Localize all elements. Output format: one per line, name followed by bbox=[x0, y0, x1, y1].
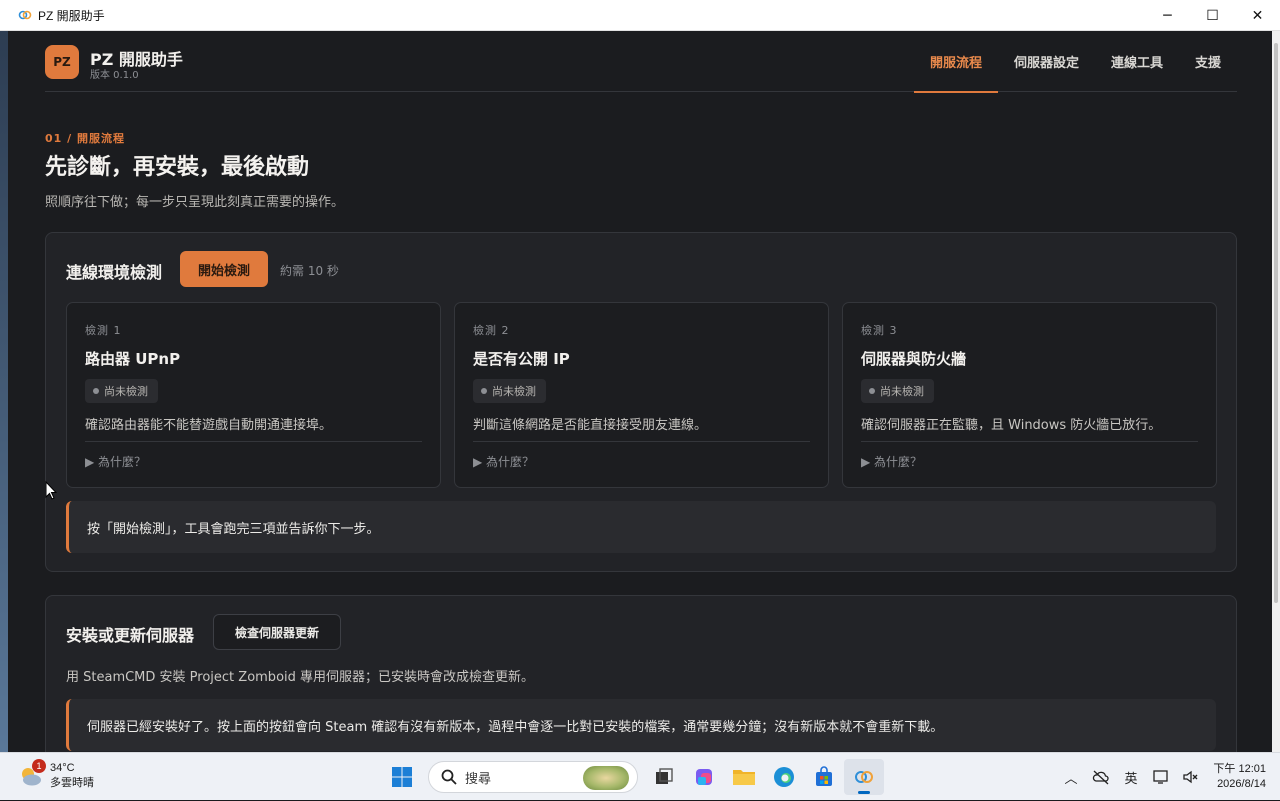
volume-tray-button[interactable] bbox=[1176, 753, 1206, 801]
check-step: 檢測 1 bbox=[85, 324, 122, 337]
scrollbar-thumb[interactable] bbox=[1274, 43, 1278, 603]
weather-widget[interactable]: 1 34°C 多雲時晴 bbox=[18, 759, 94, 791]
check-step: 檢測 2 bbox=[473, 324, 510, 337]
task-view-button[interactable] bbox=[644, 759, 684, 795]
why-toggle[interactable]: ▶ 為什麼？ bbox=[85, 453, 146, 470]
check-update-button[interactable]: 檢查伺服器更新 bbox=[213, 614, 341, 650]
check-title: 路由器 UPnP bbox=[85, 350, 181, 368]
minimize-icon: ─ bbox=[1163, 7, 1172, 24]
maximize-button[interactable]: ☐ bbox=[1190, 0, 1235, 31]
page-title: 先診斷，再安裝，最後啟動 bbox=[45, 155, 310, 180]
search-icon bbox=[441, 769, 457, 785]
duration-hint: 約需 10 秒 bbox=[280, 264, 339, 278]
check-description: 判斷這條網路是否能直接接受朋友連線。 bbox=[473, 418, 708, 433]
task-view-icon bbox=[656, 768, 673, 784]
weather-desc: 多雲時晴 bbox=[50, 777, 94, 789]
status-badge: 尚未檢測 bbox=[473, 379, 546, 403]
clock-date: 2026/8/14 bbox=[1217, 778, 1266, 790]
app-header: PZ PZ 開服助手 版本 0.1.0 開服流程 伺服器設定 連線工具 支援 bbox=[45, 31, 1237, 93]
check-card-upnp: 檢測 1 路由器 UPnP 尚未檢測 確認路由器能不能替遊戲自動開通連接埠。 ▶… bbox=[66, 302, 441, 488]
desktop-edge bbox=[0, 31, 8, 752]
show-hidden-icons-button[interactable]: ︿ bbox=[1056, 753, 1086, 801]
folder-icon bbox=[733, 770, 755, 785]
input-language-button[interactable]: 英 bbox=[1116, 753, 1146, 801]
status-badge: 尚未檢測 bbox=[861, 379, 934, 403]
check-title: 是否有公開 IP bbox=[473, 350, 570, 368]
system-tray: ︿ 英 下午 12:01 2026/8/14 bbox=[1056, 753, 1280, 801]
breadcrumb: 01 / 開服流程 bbox=[45, 132, 125, 145]
maximize-icon: ☐ bbox=[1206, 7, 1219, 24]
page-subtitle: 照順序往下做；每一步只呈現此刻真正需要的操作。 bbox=[45, 195, 345, 210]
weather-temp: 34°C bbox=[50, 762, 75, 774]
close-icon: ✕ bbox=[1251, 7, 1264, 24]
nav-tab-server-flow[interactable]: 開服流程 bbox=[913, 31, 998, 93]
store-button[interactable] bbox=[804, 759, 844, 795]
monitor-icon bbox=[1153, 770, 1168, 784]
cloud-offline-icon bbox=[1092, 770, 1109, 785]
diagnostics-title: 連線環境檢測 bbox=[66, 263, 163, 282]
store-bag-icon bbox=[816, 766, 832, 786]
window-titlebar: PZ 開服助手 ─ ☐ ✕ bbox=[0, 0, 1280, 31]
app-logo: PZ bbox=[45, 45, 79, 79]
close-window-button[interactable]: ✕ bbox=[1235, 0, 1280, 31]
search-highlight-image bbox=[583, 766, 629, 790]
notice-text: 伺服器已經安裝好了。按上面的按鈕會向 Steam 確認有沒有新版本，過程中會逐一… bbox=[87, 720, 944, 735]
status-dot-icon bbox=[93, 388, 99, 394]
divider bbox=[473, 441, 810, 442]
install-panel: 安裝或更新伺服器 檢查伺服器更新 用 SteamCMD 安裝 Project Z… bbox=[45, 595, 1237, 752]
speaker-muted-icon bbox=[1183, 770, 1198, 784]
diagnostics-panel: 連線環境檢測 開始檢測 約需 10 秒 檢測 1 路由器 UPnP 尚未檢測 確… bbox=[45, 232, 1237, 572]
chevron-up-icon: ︿ bbox=[1064, 770, 1078, 786]
check-card-firewall: 檢測 3 伺服器與防火牆 尚未檢測 確認伺服器正在監聽，且 Windows 防火… bbox=[842, 302, 1217, 488]
install-title: 安裝或更新伺服器 bbox=[66, 626, 195, 645]
app-content: PZ PZ 開服助手 版本 0.1.0 開服流程 伺服器設定 連線工具 支援 0… bbox=[8, 31, 1272, 752]
install-description: 用 SteamCMD 安裝 Project Zomboid 專用伺服器；已安裝時… bbox=[66, 670, 535, 685]
check-description: 確認路由器能不能替遊戲自動開通連接埠。 bbox=[85, 418, 333, 433]
notice-text: 按「開始檢測」，工具會跑完三項並告訴你下一步。 bbox=[87, 522, 380, 537]
mouse-cursor-icon bbox=[45, 480, 58, 504]
status-badge: 尚未檢測 bbox=[85, 379, 158, 403]
window-title: PZ 開服助手 bbox=[38, 8, 105, 23]
copilot-icon bbox=[696, 769, 712, 785]
app-link-icon bbox=[855, 771, 873, 783]
main-nav: 開服流程 伺服器設定 連線工具 支援 bbox=[913, 31, 1237, 93]
search-placeholder: 搜尋 bbox=[465, 770, 492, 786]
edge-icon bbox=[774, 767, 794, 787]
taskbar-search[interactable]: 搜尋 bbox=[428, 761, 638, 793]
weather-cloud-icon: 1 bbox=[18, 759, 46, 789]
why-toggle[interactable]: ▶ 為什麼？ bbox=[861, 453, 922, 470]
copilot-app-button[interactable] bbox=[684, 759, 724, 795]
edge-browser-button[interactable] bbox=[764, 759, 804, 795]
diagnostics-notice: 按「開始檢測」，工具會跑完三項並告訴你下一步。 bbox=[66, 501, 1216, 553]
check-title: 伺服器與防火牆 bbox=[861, 350, 967, 368]
why-toggle[interactable]: ▶ 為什麼？ bbox=[473, 453, 534, 470]
windows-logo-icon bbox=[392, 767, 412, 787]
clock-time: 下午 12:01 bbox=[1213, 763, 1266, 775]
check-description: 確認伺服器正在監聽，且 Windows 防火牆已放行。 bbox=[861, 418, 1162, 433]
nav-tab-support[interactable]: 支援 bbox=[1179, 31, 1237, 92]
nav-tab-server-settings[interactable]: 伺服器設定 bbox=[998, 31, 1095, 92]
app-link-icon bbox=[18, 8, 32, 22]
network-tray-button[interactable] bbox=[1086, 753, 1116, 801]
start-button[interactable] bbox=[382, 759, 422, 795]
status-dot-icon bbox=[869, 388, 875, 394]
divider bbox=[85, 441, 422, 442]
check-step: 檢測 3 bbox=[861, 324, 898, 337]
weather-badge: 1 bbox=[32, 759, 46, 773]
minimize-button[interactable]: ─ bbox=[1145, 0, 1190, 31]
divider bbox=[861, 441, 1198, 442]
file-explorer-button[interactable] bbox=[724, 759, 764, 795]
check-card-public-ip: 檢測 2 是否有公開 IP 尚未檢測 判斷這條網路是否能直接接受朋友連線。 ▶ … bbox=[454, 302, 829, 488]
app-version: 版本 0.1.0 bbox=[90, 70, 139, 81]
system-clock[interactable]: 下午 12:01 2026/8/14 bbox=[1206, 762, 1280, 792]
status-dot-icon bbox=[481, 388, 487, 394]
display-tray-button[interactable] bbox=[1146, 753, 1176, 801]
nav-tab-connection-tools[interactable]: 連線工具 bbox=[1095, 31, 1179, 92]
taskbar: 1 34°C 多雲時晴 搜尋 ︿ 英 下午 12:01 2026/8/14 bbox=[0, 752, 1280, 800]
pz-helper-taskbar-button[interactable] bbox=[844, 759, 884, 795]
install-notice: 伺服器已經安裝好了。按上面的按鈕會向 Steam 確認有沒有新版本，過程中會逐一… bbox=[66, 699, 1216, 751]
start-check-button[interactable]: 開始檢測 bbox=[180, 251, 268, 287]
scrollbar[interactable] bbox=[1272, 31, 1280, 752]
